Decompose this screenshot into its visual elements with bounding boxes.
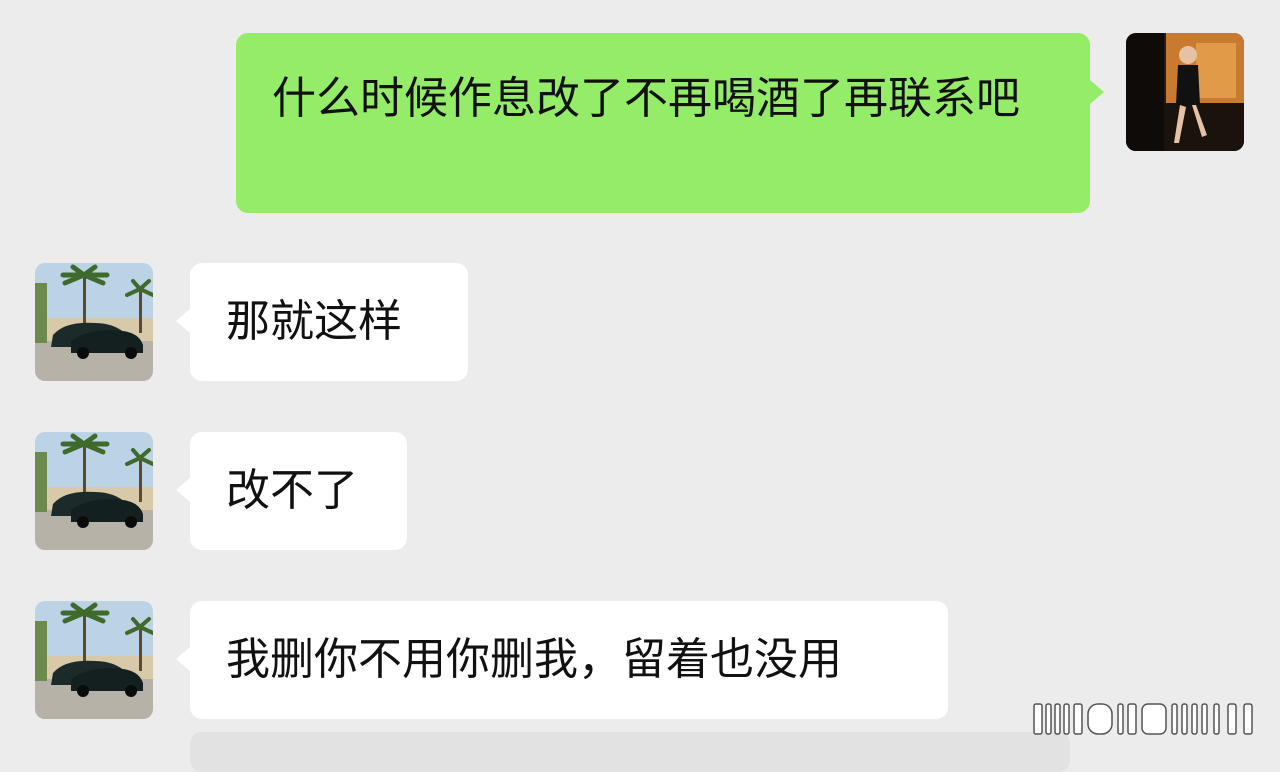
palm-trees-cars-avatar-image <box>35 432 153 550</box>
palm-trees-cars-avatar-image <box>35 601 153 719</box>
watermark-logo-icon <box>1033 703 1253 735</box>
contact-avatar[interactable] <box>35 432 153 550</box>
received-message-bubble[interactable]: 那就这样 <box>190 263 468 381</box>
message-text: 我删你不用你删我，留着也没用 <box>226 634 842 685</box>
received-message-bubble[interactable]: 我删你不用你删我，留着也没用 <box>190 601 948 719</box>
message-text: 什么时候作息改了不再喝酒了再联系吧 <box>272 73 1020 124</box>
my-avatar[interactable] <box>1126 33 1244 151</box>
contact-avatar[interactable] <box>35 601 153 719</box>
received-message-bubble[interactable]: 改不了 <box>190 432 407 550</box>
message-text: 改不了 <box>226 465 358 516</box>
partial-message-bubble <box>190 732 1070 772</box>
sent-bubble-tail <box>1090 80 1104 104</box>
contact-avatar[interactable] <box>35 263 153 381</box>
received-bubble-tail <box>176 478 190 502</box>
woman-in-car-avatar-image <box>1126 33 1244 151</box>
sent-message-bubble[interactable]: 什么时候作息改了不再喝酒了再联系吧 <box>236 33 1090 213</box>
received-bubble-tail <box>176 647 190 671</box>
received-bubble-tail <box>176 309 190 333</box>
palm-trees-cars-avatar-image <box>35 263 153 381</box>
message-text: 那就这样 <box>226 296 402 347</box>
